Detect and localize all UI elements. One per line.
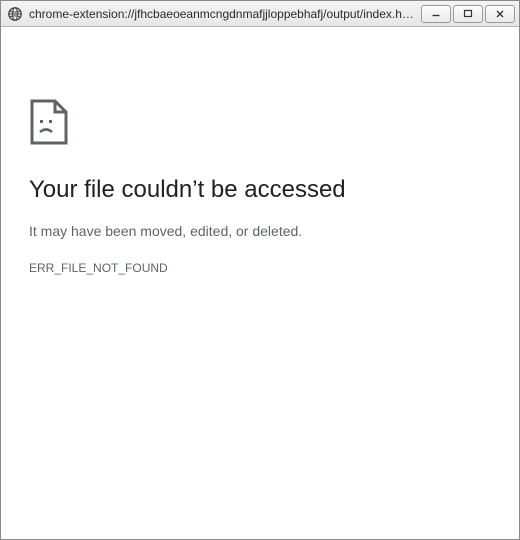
error-code: ERR_FILE_NOT_FOUND xyxy=(29,261,491,275)
window-controls xyxy=(421,5,515,23)
maximize-button[interactable] xyxy=(453,5,483,23)
titlebar: chrome-extension://jfhcbaeoeanmcngdnmafj… xyxy=(1,1,519,27)
browser-window: chrome-extension://jfhcbaeoeanmcngdnmafj… xyxy=(0,0,520,540)
globe-icon xyxy=(7,6,23,22)
page-content: Your file couldn’t be accessed It may ha… xyxy=(1,27,519,539)
minimize-button[interactable] xyxy=(421,5,451,23)
error-heading: Your file couldn’t be accessed xyxy=(29,175,491,205)
close-button[interactable] xyxy=(485,5,515,23)
error-subtext: It may have been moved, edited, or delet… xyxy=(29,223,491,239)
sad-file-icon xyxy=(29,99,69,145)
window-title: chrome-extension://jfhcbaeoeanmcngdnmafj… xyxy=(29,7,415,21)
